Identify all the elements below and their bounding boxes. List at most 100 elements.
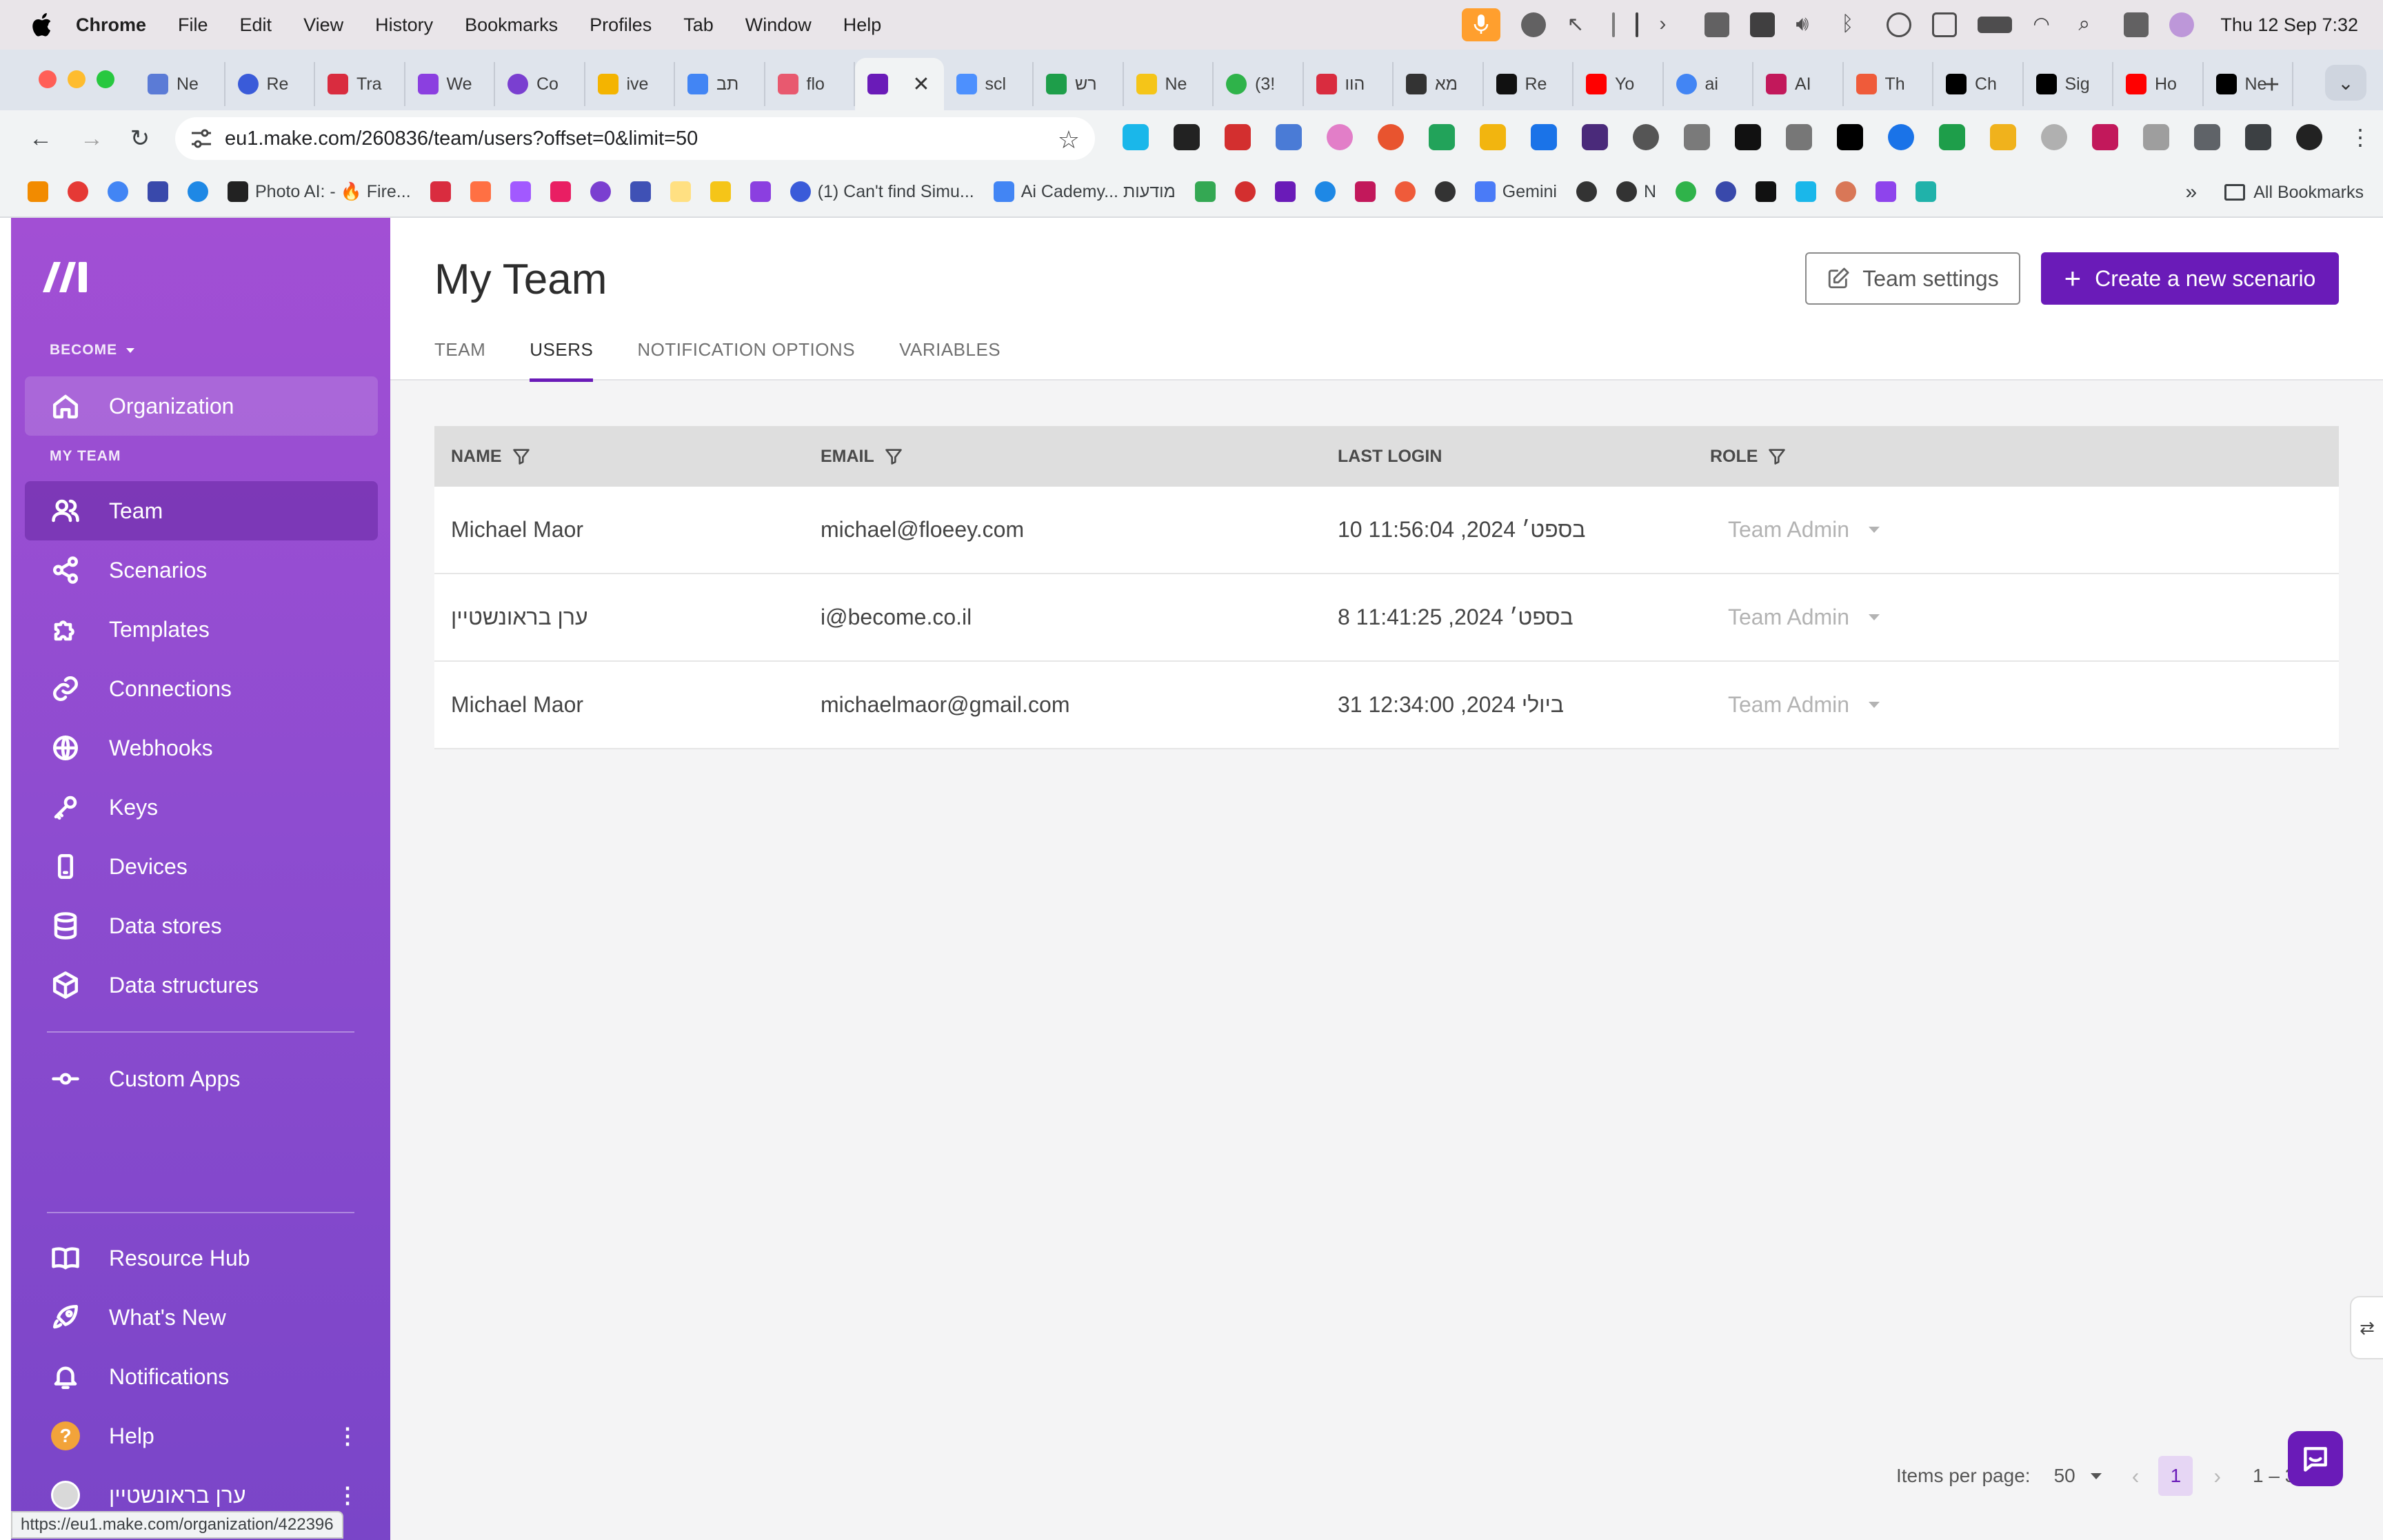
role-dropdown[interactable]: Team Admin: [1728, 517, 1880, 543]
clock[interactable]: Thu 12 Sep 7:32: [2220, 14, 2358, 36]
bookmark-grammarly[interactable]: [630, 181, 651, 202]
sidebar-item-data-structures[interactable]: Data structures: [25, 955, 378, 1015]
play-icon[interactable]: [1887, 12, 1912, 37]
browser-tab[interactable]: Sig: [2024, 62, 2113, 106]
minimize-window-button[interactable]: [68, 70, 86, 88]
sidebar-item-whats-new[interactable]: What's New: [25, 1288, 378, 1347]
bookmark-claude[interactable]: [1836, 181, 1857, 202]
close-window-button[interactable]: [39, 70, 57, 88]
bookmark-green[interactable]: [1676, 181, 1697, 202]
notion-extension-icon[interactable]: [1735, 124, 1761, 150]
bookmark-reload[interactable]: [68, 181, 88, 202]
more-options-icon[interactable]: ⋮: [336, 1482, 359, 1508]
bookmark-camera[interactable]: [550, 181, 571, 202]
browser-tab[interactable]: flo: [765, 62, 855, 106]
seo-extension-icon[interactable]: [1225, 124, 1251, 150]
browser-tab[interactable]: Th: [1844, 62, 1933, 106]
filter-icon[interactable]: [512, 447, 531, 466]
browser-tab[interactable]: We: [405, 62, 495, 106]
bookmark-star-icon[interactable]: ☆: [1058, 125, 1080, 154]
bookmark-google[interactable]: [108, 181, 128, 202]
diamond-extension-icon[interactable]: [1480, 124, 1506, 150]
window-tray-icon[interactable]: [1705, 12, 1730, 37]
create-scenario-button[interactable]: + Create a new scenario: [2041, 252, 2339, 305]
video-extension-icon[interactable]: [1429, 124, 1455, 150]
side-panel-toggle[interactable]: ⇄: [2350, 1296, 2383, 1359]
bookmark-u[interactable]: [590, 181, 611, 202]
forward-icon[interactable]: →: [76, 123, 108, 154]
address-bar[interactable]: eu1.make.com/260836/team/users?offset=0&…: [175, 117, 1095, 160]
chrome-menu-icon[interactable]: ⋮: [2347, 124, 2373, 150]
wave-extension-icon[interactable]: [1531, 124, 1557, 150]
browser-tab[interactable]: (3!: [1214, 62, 1304, 106]
profile-avatar[interactable]: [2296, 124, 2322, 150]
app-tray-icon[interactable]: [1521, 12, 1547, 37]
tab-team[interactable]: TEAM: [434, 339, 485, 382]
bookmark-q[interactable]: [1716, 181, 1737, 202]
bookmark-ai-cademy[interactable]: Ai Cademy... מודעות: [993, 181, 1176, 202]
browser-tab[interactable]: scl: [944, 62, 1034, 106]
menu-bookmarks[interactable]: Bookmarks: [465, 14, 558, 36]
more-options-icon[interactable]: ⋮: [336, 1423, 359, 1449]
robot-extension-icon[interactable]: [1582, 124, 1608, 150]
cube-extension-icon[interactable]: [1786, 124, 1812, 150]
browser-tab[interactable]: הוו: [1304, 62, 1394, 106]
column-header-email[interactable]: EMAIL: [821, 447, 903, 467]
browser-tab[interactable]: Ne: [135, 62, 225, 106]
control-center-icon[interactable]: [2124, 12, 2149, 37]
bookmark-cant-find[interactable]: (1) Can't find Simu...: [790, 181, 974, 202]
bookmark-shield[interactable]: [188, 181, 208, 202]
grid-extension-icon[interactable]: [1684, 124, 1710, 150]
bookmark-hebrew[interactable]: [670, 181, 691, 202]
bookmark-notion[interactable]: [1756, 181, 1777, 202]
filter-icon[interactable]: [884, 447, 903, 466]
hand-extension-icon[interactable]: [1276, 124, 1302, 150]
browser-tab[interactable]: ive: [585, 62, 675, 106]
browser-tab[interactable]: ai: [1664, 62, 1753, 106]
volume-icon[interactable]: 🔊︎: [1796, 12, 1820, 37]
sidebar-item-templates[interactable]: Templates: [25, 600, 378, 659]
org-switcher[interactable]: BECOME: [50, 342, 135, 358]
gauge-extension-icon[interactable]: [2041, 124, 2067, 150]
sidebar-item-notifications[interactable]: Notifications: [25, 1347, 378, 1406]
bookmark-alert[interactable]: [1234, 181, 1256, 202]
bookmark-sparkle[interactable]: [1876, 181, 1897, 202]
browser-tab[interactable]: רש: [1034, 62, 1124, 106]
bookmark-photo-ai[interactable]: Photo AI: - 🔥 Fire...: [228, 181, 411, 202]
url-text[interactable]: eu1.make.com/260836/team/users?offset=0&…: [225, 128, 698, 150]
bookmark-openai[interactable]: [1434, 181, 1456, 202]
menu-view[interactable]: View: [303, 14, 343, 36]
items-per-page-select[interactable]: 50: [2054, 1465, 2102, 1487]
square-extension-icon[interactable]: [1837, 124, 1863, 150]
sidebar-item-connections[interactable]: Connections: [25, 659, 378, 718]
role-dropdown[interactable]: Team Admin: [1728, 692, 1880, 718]
zoom-window-button[interactable]: [97, 70, 114, 88]
tab-search-button[interactable]: ⌄: [2325, 65, 2366, 101]
menu-file[interactable]: File: [178, 14, 208, 36]
apple-icon[interactable]: [28, 11, 55, 39]
sidebar-item-data-stores[interactable]: Data stores: [25, 896, 378, 955]
previous-page-button[interactable]: ‹: [2132, 1463, 2140, 1489]
bookmark-bolt[interactable]: [750, 181, 771, 202]
bluetooth-icon[interactable]: ᛒ: [1841, 12, 1866, 37]
reload-icon[interactable]: ↻: [124, 123, 156, 154]
browser-tab[interactable]: Tra: [315, 62, 405, 106]
tab-users[interactable]: USERS: [530, 339, 594, 382]
menu-help[interactable]: Help: [843, 14, 882, 36]
browser-tab[interactable]: Re: [1484, 62, 1573, 106]
eyedropper-extension-icon[interactable]: [1174, 124, 1200, 150]
new-tab-button[interactable]: +: [2264, 70, 2280, 100]
browser-tab[interactable]: Ho: [2113, 62, 2204, 106]
menu-history[interactable]: History: [375, 14, 433, 36]
bookmark-b[interactable]: [1394, 181, 1416, 202]
all-bookmarks-button[interactable]: All Bookmarks: [2224, 183, 2364, 203]
filter-icon[interactable]: [1767, 447, 1787, 466]
browser-tab[interactable]: מא: [1394, 62, 1484, 106]
chevron-tray-icon[interactable]: ›: [1659, 12, 1684, 37]
sidebar-item-keys[interactable]: Keys: [25, 778, 378, 837]
browser-tab-active[interactable]: ✕: [855, 58, 944, 110]
record-extension-icon[interactable]: [1378, 124, 1404, 150]
more-bookmarks-icon[interactable]: »: [2186, 181, 2198, 204]
browser-tab[interactable]: Ch: [1933, 62, 2024, 106]
search-icon[interactable]: ⌕: [2078, 12, 2103, 37]
